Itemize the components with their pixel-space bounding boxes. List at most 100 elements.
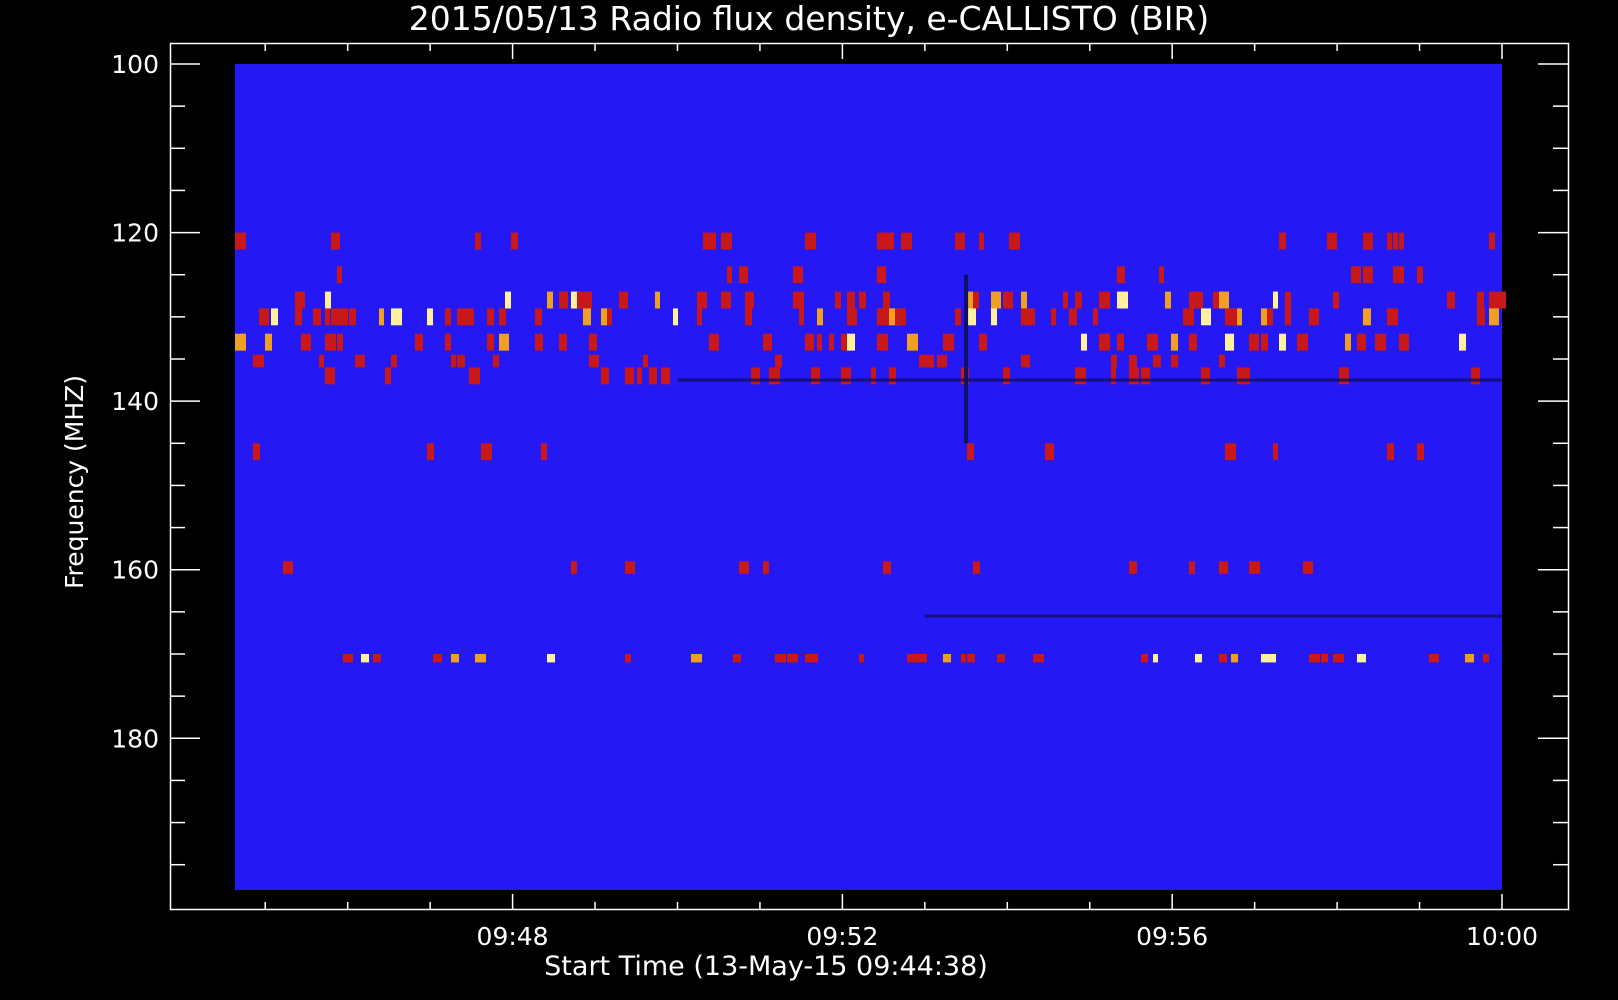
burst-cell [751, 367, 760, 385]
burst-cell [1219, 654, 1227, 663]
burst-cell [1339, 367, 1349, 385]
burst-cell [649, 367, 657, 385]
dark-line [677, 378, 1502, 382]
burst-cell [589, 354, 599, 368]
burst-cell [337, 308, 348, 326]
burst-cell [1237, 308, 1242, 326]
burst-cell [841, 367, 851, 385]
burst-cell [1333, 291, 1339, 309]
burst-cell [325, 333, 336, 351]
burst-cell [877, 333, 888, 351]
burst-cell [859, 654, 864, 663]
burst-cell [1021, 291, 1027, 309]
burst-cell [337, 266, 342, 284]
burst-cell [1045, 443, 1054, 461]
burst-cell [1159, 266, 1164, 284]
burst-cell [547, 291, 553, 309]
burst-cell [583, 308, 591, 326]
burst-cell [769, 367, 780, 385]
burst-cell [673, 308, 678, 326]
burst-cell [1483, 654, 1489, 663]
burst-cell [1117, 291, 1128, 309]
burst-cell [967, 654, 975, 663]
burst-cell [343, 654, 353, 663]
burst-cell [1309, 654, 1320, 663]
burst-cell [295, 291, 305, 309]
burst-cell [805, 232, 811, 250]
burst-cell [301, 333, 311, 351]
burst-cell [1129, 354, 1137, 368]
burst-cell [325, 367, 335, 385]
burst-cell [655, 291, 660, 309]
burst-cell [1219, 561, 1228, 574]
burst-cell [487, 333, 494, 351]
burst-cell [787, 654, 798, 663]
burst-cell [337, 333, 343, 351]
burst-cell [1363, 232, 1373, 250]
burst-cell [1249, 333, 1259, 351]
burst-cell [1303, 561, 1313, 574]
dark-line [924, 614, 1502, 618]
burst-cell [1273, 443, 1278, 461]
burst-cell [463, 308, 474, 326]
burst-cell [1249, 561, 1260, 574]
burst-cell [697, 308, 702, 326]
burst-cell [943, 333, 954, 351]
burst-cell [1489, 232, 1495, 250]
burst-cell [319, 354, 324, 368]
burst-cell [1147, 333, 1158, 351]
burst-cell [1387, 443, 1394, 461]
burst-cell [487, 308, 494, 326]
burst-cell [511, 232, 518, 250]
burst-cell [547, 654, 555, 663]
burst-cell [1081, 333, 1087, 351]
burst-cell [241, 333, 246, 351]
burst-cell [877, 308, 884, 326]
burst-cell [601, 367, 609, 385]
burst-cell [589, 333, 597, 351]
burst-cell [979, 232, 984, 250]
x-tick-label: 09:56 [1136, 922, 1208, 951]
burst-cell [691, 654, 702, 663]
burst-cell [1111, 354, 1117, 368]
burst-cell [505, 291, 511, 309]
burst-cell [1477, 291, 1484, 309]
burst-cell [1195, 291, 1203, 309]
burst-cell [1237, 367, 1243, 385]
y-tick-label: 120 [111, 219, 159, 248]
burst-cell [1261, 308, 1268, 326]
burst-cell [817, 333, 822, 351]
burst-cell [1399, 232, 1404, 250]
x-axis-label: Start Time (13-May-15 09:44:38) [544, 951, 988, 982]
burst-cell [265, 333, 272, 351]
burst-cell [847, 308, 857, 326]
burst-cell [1273, 291, 1278, 309]
burst-cell [1261, 333, 1268, 351]
burst-cell [577, 291, 583, 309]
burst-cell [1279, 333, 1286, 351]
burst-cell [469, 367, 480, 385]
burst-cell [811, 367, 820, 385]
burst-cell [1297, 333, 1308, 351]
burst-cell [1063, 291, 1068, 309]
burst-cell [895, 308, 906, 326]
burst-cell [991, 291, 1001, 309]
burst-cell [1447, 291, 1455, 309]
burst-cell [967, 443, 974, 461]
burst-cell [745, 291, 754, 309]
burst-cell [1375, 333, 1386, 351]
burst-cell [805, 333, 814, 351]
burst-cell [793, 266, 803, 284]
burst-cell [1111, 367, 1116, 385]
interference-band [235, 333, 1466, 351]
burst-cell [1345, 333, 1351, 351]
burst-cell [475, 232, 481, 250]
burst-cell [739, 266, 748, 284]
burst-cell [391, 308, 402, 326]
burst-cell [373, 654, 381, 663]
chart-title: 2015/05/13 Radio flux density, e-CALLIST… [409, 0, 1210, 38]
burst-cell [793, 291, 804, 309]
burst-cell [1351, 266, 1361, 284]
burst-cell [1129, 561, 1137, 574]
burst-cell [1075, 291, 1082, 309]
